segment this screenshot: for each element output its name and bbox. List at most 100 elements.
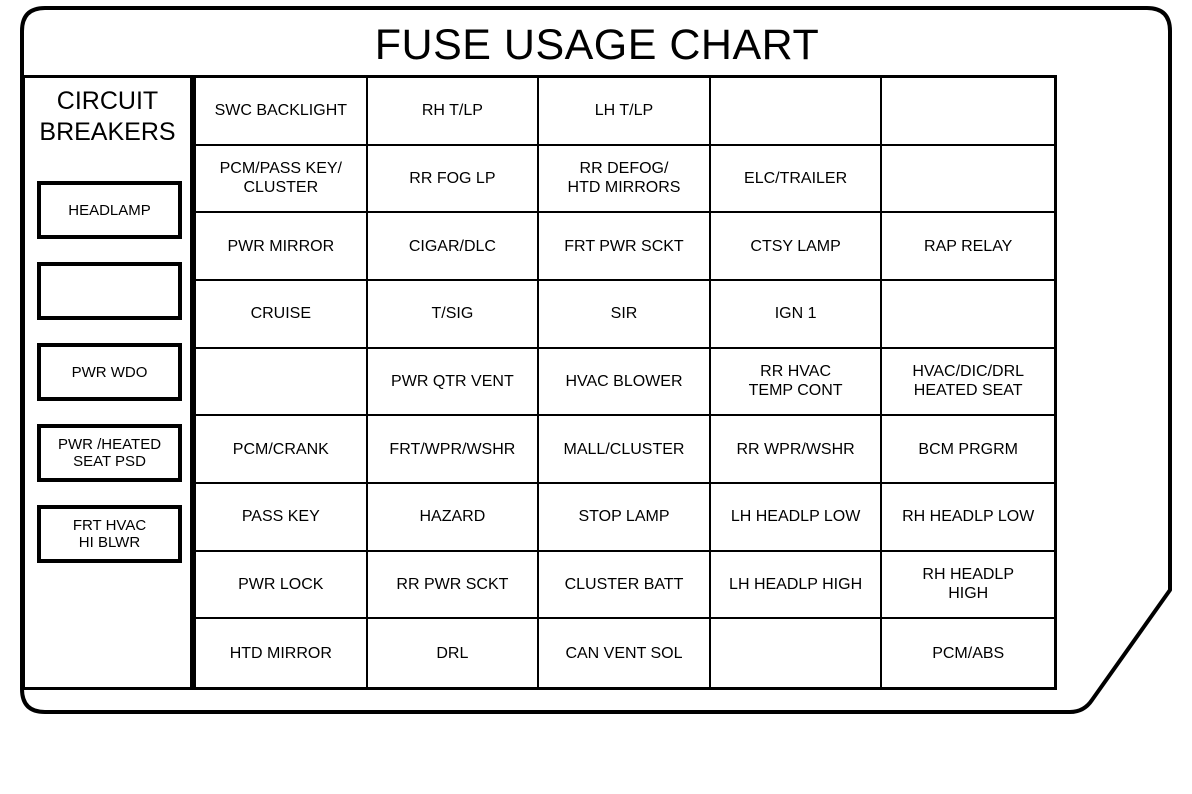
fuse-cell-label: RAP RELAY: [924, 237, 1012, 256]
circuit-breaker-label: PWR /HEATED SEAT PSD: [56, 436, 163, 470]
fuse-cell-label-line1: PASS KEY: [241, 508, 320, 526]
fuse-cell-label-line1: RH HEADLP: [922, 566, 1014, 584]
fuse-cell-label: CTSY LAMP: [750, 237, 840, 256]
fuse-cell[interactable]: RH T/LP: [367, 78, 540, 146]
fuse-cell-label: HVAC BLOWER: [565, 372, 682, 391]
fuse-cell-label-line1: HVAC/DIC/DRL: [912, 363, 1025, 381]
fuse-cell[interactable]: PWR QTR VENT: [367, 348, 540, 417]
fuse-cell[interactable]: RR PWR SCKT: [367, 551, 540, 620]
fuse-cell[interactable]: BCM PRGRM: [882, 416, 1054, 484]
fuse-cell[interactable]: STOP LAMP: [539, 483, 711, 552]
fuse-cell[interactable]: IGN 1: [710, 280, 883, 349]
fuse-cell[interactable]: PCM/ABS: [882, 619, 1054, 687]
fuse-cell[interactable]: PCM/CRANK: [196, 416, 368, 484]
fuse-cell-label-line1: LH T/LP: [594, 102, 654, 120]
fuse-cell-label: FRT/WPR/WSHR: [389, 440, 515, 459]
fuse-cell-label: IGN 1: [775, 304, 817, 323]
fuse-cell[interactable]: ELC/TRAILER: [710, 145, 883, 214]
fuse-cell-label: CRUISE: [251, 304, 311, 323]
fuse-cell-label: LH HEADLP HIGH: [729, 575, 862, 594]
fuse-cell[interactable]: HAZARD: [367, 483, 540, 552]
circuit-breaker-label-line1: FRT HVAC: [72, 517, 147, 534]
fuse-cell[interactable]: RAP RELAY: [882, 213, 1054, 281]
fuse-cell-label-line1: RR PWR SCKT: [396, 575, 509, 593]
circuit-breaker-box[interactable]: PWR WDO: [37, 343, 182, 401]
fuse-cell[interactable]: PCM/PASS KEY/CLUSTER: [196, 145, 368, 214]
circuit-breaker-label-line2: HI BLWR: [78, 534, 141, 551]
fuse-cell[interactable]: RR HVAC TEMP CONT: [710, 348, 883, 417]
fuse-cell[interactable]: [710, 78, 883, 146]
fuse-cell-label: PCM/PASS KEY/CLUSTER: [220, 159, 342, 197]
fuse-cell[interactable]: CIGAR/DLC: [367, 213, 540, 281]
circuit-breaker-box[interactable]: PWR /HEATED SEAT PSD: [37, 424, 182, 482]
fuse-cell-label-line1: RR FOG LP: [409, 169, 496, 187]
fuse-cell[interactable]: LH HEADLP LOW: [710, 483, 883, 552]
fuse-cell[interactable]: [711, 619, 883, 687]
fuse-cell[interactable]: HVAC/DIC/DRL HEATED SEAT: [882, 349, 1054, 417]
fuse-cell-label-line1: PCM/PASS KEY/: [219, 160, 342, 178]
fuse-cell[interactable]: CRUISE: [196, 280, 368, 349]
fuse-cell-label-line1: CTSY LAMP: [750, 237, 841, 255]
circuit-breakers-heading-line2: BREAKERS: [39, 118, 176, 146]
fuse-cell-label-line1: SIR: [610, 305, 638, 323]
fuse-cell[interactable]: FRT/WPR/WSHR: [367, 416, 540, 484]
fuse-cell[interactable]: CLUSTER BATT: [539, 551, 711, 620]
circuit-breaker-box[interactable]: HEADLAMP: [37, 181, 182, 239]
fuse-cell-label: T/SIG: [432, 304, 474, 323]
fuse-cell-label-line1: LH HEADLP HIGH: [729, 575, 863, 593]
fuse-cell[interactable]: [882, 281, 1054, 349]
fuse-cell-label: HAZARD: [420, 507, 486, 526]
fuse-grid: SWC BACKLIGHT RH T/LP LH T/LP PCM/PASS KEY/…: [193, 75, 1057, 690]
fuse-cell-label: HVAC/DIC/DRL HEATED SEAT: [912, 362, 1024, 400]
fuse-cell[interactable]: T/SIG: [367, 280, 540, 349]
fuse-cell[interactable]: PASS KEY: [196, 483, 368, 552]
circuit-breaker-label-line1: PWR WDO: [71, 363, 148, 381]
fuse-cell[interactable]: RH HEADLP HIGH: [882, 552, 1054, 620]
fuse-cell[interactable]: SIR: [539, 280, 711, 349]
fuse-cell[interactable]: CAN VENT SOL: [539, 619, 711, 687]
fuse-cell[interactable]: FRT PWR SCKT: [539, 213, 711, 281]
fuse-cell[interactable]: HTD MIRROR: [196, 619, 368, 687]
fuse-cell[interactable]: HVAC BLOWER: [539, 348, 711, 417]
fuse-cell-label-line1: IGN 1: [774, 305, 817, 323]
fuse-cell-label: PCM/ABS: [932, 644, 1004, 663]
fuse-cell-label: CIGAR/DLC: [409, 237, 496, 256]
fuse-cell-label: SIR: [611, 304, 638, 323]
fuse-cell-label: PWR MIRROR: [227, 237, 334, 256]
fuse-cell[interactable]: SWC BACKLIGHT: [196, 78, 368, 146]
fuse-cell[interactable]: PWR LOCK: [196, 551, 368, 620]
fuse-cell-label: RR DEFOG/HTD MIRRORS: [568, 159, 681, 197]
fuse-cell[interactable]: [882, 78, 1054, 146]
fuse-cell-label: RR FOG LP: [409, 169, 495, 188]
fuse-cell[interactable]: RR DEFOG/HTD MIRRORS: [539, 145, 711, 214]
circuit-breaker-label-line1: HEADLAMP: [68, 201, 151, 219]
fuse-cell-label: SWC BACKLIGHT: [215, 101, 347, 120]
fuse-cell[interactable]: RR FOG LP: [367, 145, 540, 214]
fuse-cell-label: FRT PWR SCKT: [564, 237, 683, 256]
fuse-cell-label-line1: MALL/CLUSTER: [563, 440, 685, 458]
circuit-breakers-heading-line1: CIRCUIT: [56, 87, 159, 115]
fuse-cell-label-line1: DRL: [436, 644, 469, 662]
fuse-cell-label-line1: RH T/LP: [421, 102, 483, 120]
circuit-breaker-label: PWR WDO: [70, 364, 150, 381]
fuse-cell[interactable]: CTSY LAMP: [710, 213, 883, 281]
fuse-cell[interactable]: MALL/CLUSTER: [539, 416, 711, 484]
fuse-cell-label-line1: RR HVAC: [760, 363, 831, 381]
fuse-cell-label-line1: PWR MIRROR: [227, 237, 335, 255]
fuse-cell[interactable]: RH HEADLP LOW: [882, 484, 1054, 552]
fuse-cell[interactable]: RR WPR/WSHR: [710, 416, 883, 484]
fuse-cell[interactable]: PWR MIRROR: [196, 213, 368, 281]
circuit-breakers-heading: CIRCUIT BREAKERS: [25, 86, 190, 148]
fuse-cell-label-line1: ELC/TRAILER: [744, 169, 848, 187]
fuse-cell-label-line2: CLUSTER: [243, 179, 319, 197]
fuse-cell[interactable]: [882, 146, 1054, 214]
fuse-cell[interactable]: DRL: [368, 619, 540, 687]
fuse-cell-label-line1: HAZARD: [419, 508, 486, 526]
circuit-breaker-label-line1: PWR /HEATED: [57, 436, 162, 453]
fuse-cell[interactable]: [196, 348, 368, 417]
circuit-breaker-box[interactable]: FRT HVAC HI BLWR: [37, 505, 182, 563]
fuse-cell[interactable]: LH T/LP: [539, 78, 711, 146]
circuit-breaker-box[interactable]: [37, 262, 182, 320]
fuse-cell-label: RH HEADLP HIGH: [922, 565, 1014, 603]
fuse-cell[interactable]: LH HEADLP HIGH: [710, 551, 883, 620]
